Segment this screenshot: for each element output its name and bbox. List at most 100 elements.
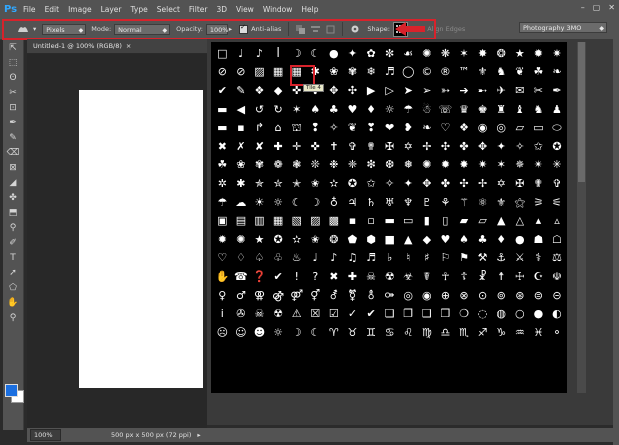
shape-cell[interactable]: ▱ [473,211,492,230]
shape-cell[interactable]: ☺ [232,323,251,342]
shape-cell[interactable]: ⚣ [269,286,288,305]
shape-cell[interactable]: ♜ [492,100,511,119]
shape-cell[interactable]: ☧ [473,267,492,286]
shape-cell[interactable]: ✺ [418,156,437,175]
shape-cell[interactable]: ✡ [492,174,511,193]
shape-cell[interactable]: ✼ [380,44,399,63]
shape-cell[interactable]: ➸ [473,81,492,100]
shape-cell[interactable]: ⚛ [473,193,492,212]
shape-cell[interactable]: ▩ [325,211,344,230]
healing-brush-tool-icon[interactable]: ✎ [3,130,23,145]
shape-cell[interactable]: ▧ [287,211,306,230]
shape-cell[interactable]: ✈ [492,81,511,100]
shape-cell[interactable]: ✖ [213,137,232,156]
shape-cell[interactable]: ♯ [418,249,437,268]
shape-cell[interactable]: ➤ [399,81,418,100]
shape-cell[interactable]: ⚜ [473,63,492,82]
shape-cell[interactable]: ✖ [325,267,344,286]
shape-cell[interactable]: ♒ [511,323,530,342]
shape-cell[interactable]: ❇ [362,156,381,175]
shape-cell[interactable]: ☂ [213,193,232,212]
shape-cell[interactable]: ✪ [548,137,567,156]
shape-cell[interactable]: ✠ [511,174,530,193]
shape-cell[interactable]: ♡ [213,249,232,268]
shape-cell[interactable]: ⚧ [343,286,362,305]
shape-cell[interactable]: ☘ [529,63,548,82]
shape-cell[interactable]: ✞ [343,137,362,156]
shape-cell[interactable]: ✷ [548,44,567,63]
shape-cell[interactable]: ❥ [399,118,418,137]
shape-cell[interactable]: ✦ [343,44,362,63]
shape-cell[interactable]: ✹ [436,156,455,175]
shape-cell[interactable]: ❂ [492,44,511,63]
shape-cell[interactable]: ✉ [511,81,530,100]
shape-cell[interactable]: ♏ [455,323,474,342]
shape-cell[interactable]: ♚ [473,100,492,119]
shape-cell[interactable]: ♊ [362,323,381,342]
shape-cell[interactable]: ✷ [473,156,492,175]
shape-cell[interactable]: ○ [511,304,530,323]
shape-cell[interactable]: ❑ [418,304,437,323]
panel-scrollbar[interactable] [577,42,586,393]
shape-cell[interactable]: ➢ [418,81,437,100]
shape-cell[interactable]: ◉ [418,286,437,305]
shape-cell[interactable]: ● [529,304,548,323]
shape-cell[interactable]: ☀ [250,193,269,212]
shape-cell[interactable]: ☻ [250,323,269,342]
foreground-color-swatch[interactable] [5,384,18,397]
shape-cell[interactable]: ♨ [287,249,306,268]
shape-cell[interactable]: ✒ [548,81,567,100]
shape-cell[interactable]: ♬ [362,249,381,268]
shape-cell[interactable]: ♬ [380,63,399,82]
shape-cell[interactable]: ❃ [287,156,306,175]
gradient-tool-icon[interactable]: ⬒ [3,205,23,220]
workspace-select[interactable]: Photography 3MO ◆ [519,22,607,33]
shape-cell[interactable]: ⚚ [455,193,474,212]
shape-cell[interactable]: ❤ [380,118,399,137]
shape-cell[interactable]: ☪ [529,267,548,286]
shape-cell[interactable]: ❧ [548,63,567,82]
shape-cell[interactable]: ☏ [436,100,455,119]
shape-cell[interactable]: ❒ [436,304,455,323]
shape-cell[interactable]: ✝ [325,137,344,156]
shape-cell[interactable]: ☠ [362,267,381,286]
shape-cell[interactable]: ☾ [287,193,306,212]
shape-cell[interactable]: ❄ [362,63,381,82]
shape-cell[interactable]: ꟾ [269,44,288,63]
shape-cell[interactable]: ☢ [269,304,288,323]
shape-cell[interactable]: ✹ [213,230,232,249]
shape-cell[interactable]: ☹ [213,323,232,342]
shape-cell[interactable]: ✔ [269,267,288,286]
shape-cell[interactable]: ♍ [418,323,437,342]
shape-cell[interactable]: ▣ [213,211,232,230]
clone-stamp-tool-icon[interactable]: ⊠ [3,160,23,175]
shape-cell[interactable]: ✥ [418,174,437,193]
shape-cell[interactable]: ☽ [287,44,306,63]
shape-cell[interactable]: ☁ [232,193,251,212]
shape-cell[interactable]: ❆ [380,156,399,175]
menu-layer[interactable]: Layer [101,5,122,14]
zoom-tool-icon[interactable]: ⚲ [3,310,23,325]
shape-cell[interactable]: ♮ [399,249,418,268]
custom-shape-tool-icon[interactable]: ⬠ [3,280,23,295]
shape-cell[interactable]: ♌ [399,323,418,342]
shape-cell[interactable]: ▲ [492,211,511,230]
shape-cell[interactable]: ⚔ [511,249,530,268]
shape-cell[interactable]: ▬ [213,118,232,137]
shape-cell[interactable]: ❣ [362,118,381,137]
pen-tool-icon[interactable]: ✐ [3,235,23,250]
menu-edit[interactable]: Edit [45,5,60,14]
shape-cell[interactable]: ♄ [362,193,381,212]
shape-cell[interactable]: ♩ [306,249,325,268]
shape-cell[interactable]: ☂ [399,100,418,119]
shape-cell[interactable]: ✾ [250,156,269,175]
shape-cell[interactable]: ❖ [250,81,269,100]
type-tool-icon[interactable]: T [3,250,23,265]
shape-cell[interactable]: ♇ [418,193,437,212]
shape-cell[interactable]: ♥ [343,100,362,119]
shape-cell[interactable]: ⚖ [548,249,567,268]
shape-cell[interactable]: ☼ [269,193,288,212]
shape-cell[interactable]: ✶ [287,100,306,119]
shape-cell[interactable]: ⬟ [343,230,362,249]
shape-cell[interactable]: ⚘ [436,193,455,212]
